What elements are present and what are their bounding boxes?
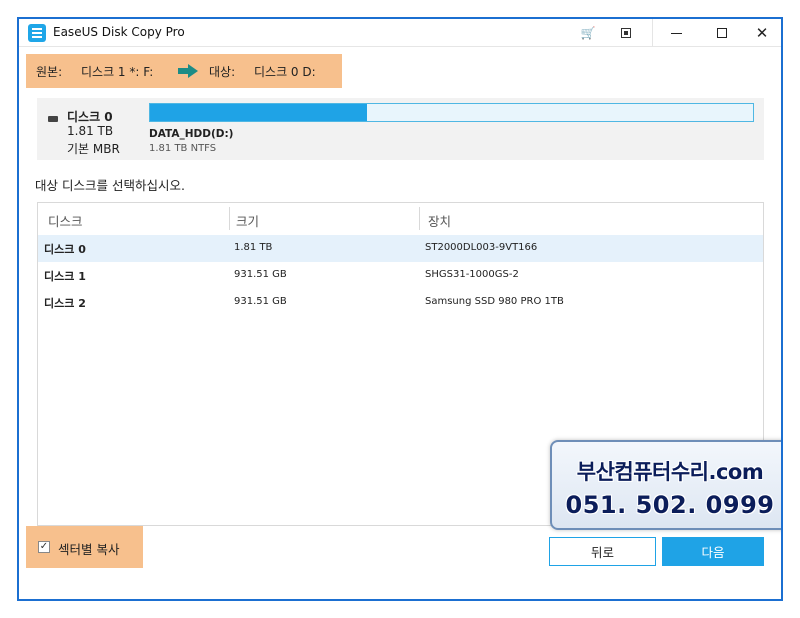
close-icon: ✕	[755, 24, 769, 42]
column-header-disk[interactable]: 디스크	[48, 211, 83, 230]
partition-used-fill	[150, 104, 368, 121]
row-disk-name: 디스크 0	[44, 243, 86, 256]
sector-copy-label[interactable]: 섹터별 복사	[58, 539, 119, 558]
watermark-site: 부산컴퓨터수리.com	[576, 460, 764, 484]
next-button[interactable]: 다음	[662, 537, 764, 566]
cart-icon[interactable]: 🛒	[571, 19, 605, 47]
back-button[interactable]: 뒤로	[549, 537, 656, 566]
disk-type: 기본 MBR	[67, 142, 120, 156]
instruction-text: 대상 디스크를 선택하십시오.	[35, 178, 185, 193]
watermark-phone: 051. 502. 0999	[565, 491, 775, 519]
watermark-banner: 부산컴퓨터수리.com 051. 502. 0999	[550, 440, 781, 530]
row-disk-size: 931.51 GB	[234, 296, 287, 307]
minimize-to-tray-button[interactable]	[609, 19, 643, 47]
sector-copy-option: ✓ 섹터별 복사	[26, 526, 143, 568]
window-title: EaseUS Disk Copy Pro	[53, 25, 185, 39]
column-header-size[interactable]: 크기	[236, 211, 259, 230]
row-disk-name: 디스크 2	[44, 297, 86, 310]
row-disk-device: ST2000DL003-9VT166	[425, 242, 538, 253]
app-logo-icon	[28, 24, 46, 42]
arrow-right-icon	[178, 64, 198, 78]
target-label: 대상:	[209, 65, 236, 79]
table-row[interactable]: 디스크 0 1.81 TB ST2000DL003-9VT166	[38, 235, 763, 262]
titlebar-divider	[652, 19, 653, 47]
column-divider[interactable]	[229, 207, 230, 230]
target-value: 디스크 0 D:	[254, 65, 316, 79]
partition-info: 1.81 TB NTFS	[149, 143, 217, 154]
disk-size: 1.81 TB	[67, 124, 114, 138]
minimize-button[interactable]	[659, 19, 693, 47]
partition-bar[interactable]	[149, 103, 754, 122]
column-divider[interactable]	[419, 207, 420, 230]
table-row[interactable]: 디스크 2 931.51 GB Samsung SSD 980 PRO 1TB	[38, 289, 763, 316]
partition-name: DATA_HDD(D:)	[149, 128, 234, 140]
source-label: 원본:	[36, 65, 63, 79]
title-bar: EaseUS Disk Copy Pro 🛒 ✕	[19, 19, 781, 47]
app-window: EaseUS Disk Copy Pro 🛒 ✕ 원본: 디스크 1 *: F:…	[17, 17, 783, 601]
close-button[interactable]: ✕	[745, 19, 779, 47]
row-disk-name: 디스크 1	[44, 270, 86, 283]
row-disk-device: SHGS31-1000GS-2	[425, 269, 519, 280]
table-row[interactable]: 디스크 1 931.51 GB SHGS31-1000GS-2	[38, 262, 763, 289]
source-target-strip: 원본: 디스크 1 *: F: 대상: 디스크 0 D:	[26, 54, 342, 88]
target-disk-panel: 디스크 0 1.81 TB 기본 MBR DATA_HDD(D:) 1.81 T…	[37, 98, 764, 160]
sector-copy-checkbox[interactable]: ✓	[38, 541, 50, 553]
disk-name: 디스크 0	[67, 110, 113, 124]
row-disk-device: Samsung SSD 980 PRO 1TB	[425, 296, 564, 307]
column-header-device[interactable]: 장치	[428, 211, 451, 230]
row-disk-size: 931.51 GB	[234, 269, 287, 280]
source-value: 디스크 1 *: F:	[81, 65, 154, 79]
disk-icon	[48, 116, 58, 122]
row-disk-size: 1.81 TB	[234, 242, 273, 253]
table-header: 디스크 크기 장치	[38, 203, 763, 234]
maximize-button[interactable]	[705, 19, 739, 47]
